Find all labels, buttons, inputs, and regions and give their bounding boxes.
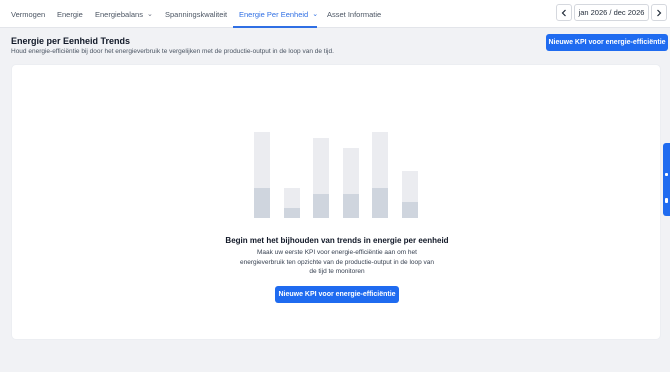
chevron-down-icon: ⌄ [146, 11, 153, 18]
empty-state-title: Begin met het bijhouden van trends in en… [225, 236, 449, 245]
previous-period-button[interactable] [556, 4, 572, 21]
tab-asset-informatie[interactable]: Asset Informatie [327, 0, 381, 28]
illustration-bar-fill [254, 187, 270, 218]
top-navigation: Vermogen Energie Energiebalans ⌄ Spannin… [0, 0, 670, 28]
tab-label: Spanningskwaliteit [165, 9, 228, 19]
tab-label: Vermogen [11, 9, 46, 19]
illustration-bar-fill [342, 193, 359, 218]
tab-label: Asset Informatie [327, 9, 382, 19]
empty-state-description: Maak uw eerste KPI voor energie-efficiën… [239, 249, 435, 275]
date-range-selector[interactable]: jan 2026 / dec 2026 [574, 4, 649, 21]
tab-label: Energie Per Eenheid [239, 9, 309, 19]
chevron-left-icon [561, 9, 566, 16]
side-tab-icon [665, 173, 668, 176]
feedback-side-tab[interactable] [663, 143, 670, 216]
side-tab-icon [665, 198, 668, 203]
illustration-bar-fill [313, 193, 330, 218]
tab-vermogen[interactable]: Vermogen [11, 0, 45, 28]
tab-energiebalans[interactable]: Energiebalans ⌄ [95, 0, 153, 28]
tab-spanningskwaliteit[interactable]: Spanningskwaliteit [165, 0, 227, 28]
illustration-bar-fill [372, 187, 389, 218]
page-title: Energie per Eenheid Trends [11, 36, 131, 46]
illustration-bar-fill [283, 207, 300, 218]
new-kpi-button[interactable]: Nieuwe KPI voor energie-efficiëntie [546, 34, 668, 51]
next-period-button[interactable] [651, 4, 667, 21]
tab-label: Energiebalans [95, 9, 143, 19]
empty-state-new-kpi-button[interactable]: Nieuwe KPI voor energie-efficiëntie [275, 286, 399, 303]
tab-energie-per-eenheid[interactable]: Energie Per Eenheid ⌄ [239, 0, 318, 28]
chevron-down-icon: ⌄ [312, 11, 319, 18]
tab-energie[interactable]: Energie [57, 0, 83, 28]
empty-state-card: Begin met het bijhouden van trends in en… [11, 64, 661, 340]
chevron-right-icon [657, 9, 662, 16]
tab-label: Energie [57, 9, 83, 19]
page-subtitle: Houd energie-efficiëntie bij door het en… [11, 48, 334, 55]
active-tab-indicator [233, 26, 317, 28]
illustration-bar-fill [402, 201, 418, 218]
